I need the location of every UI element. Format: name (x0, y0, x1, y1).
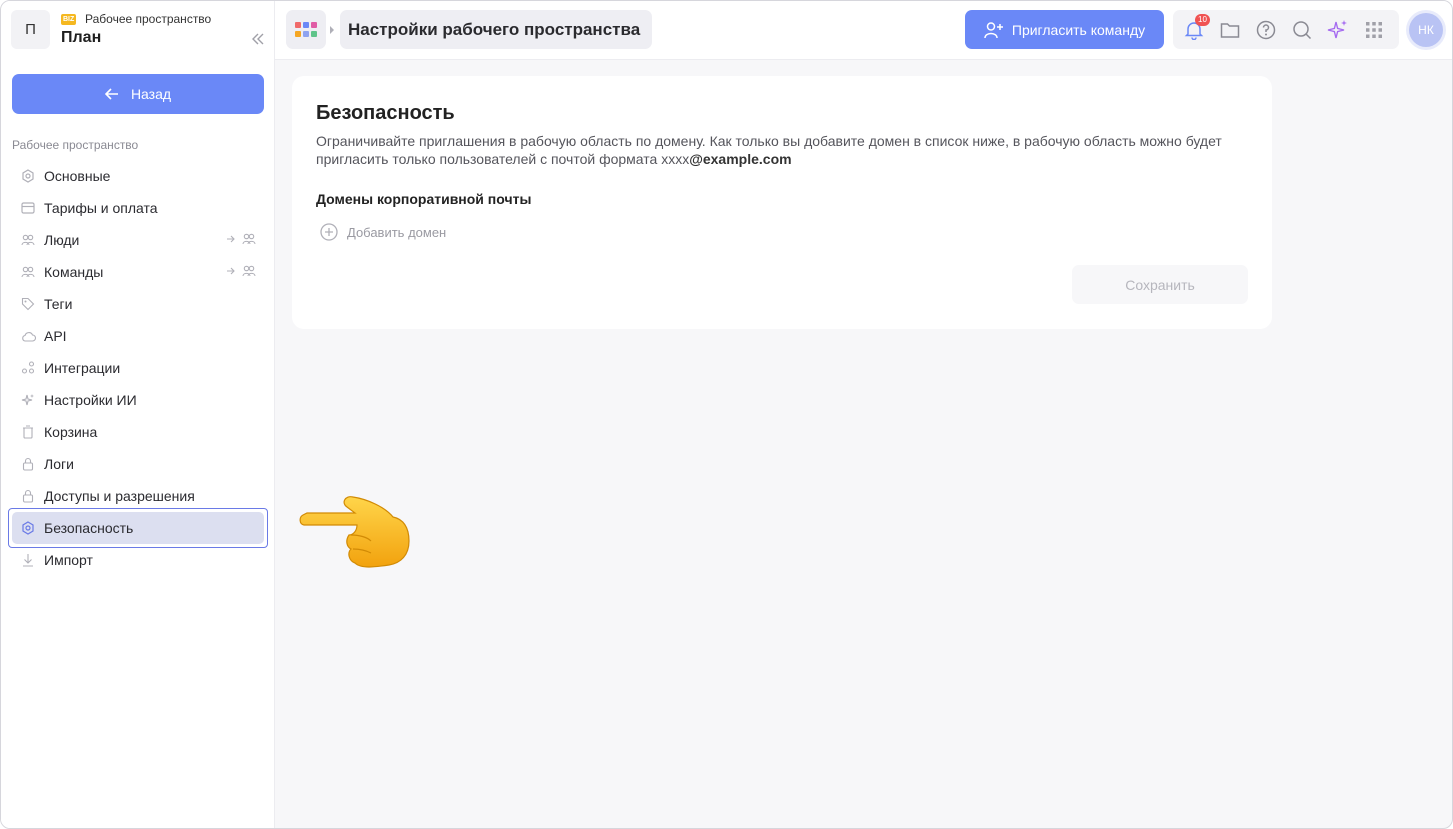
sidebar-item-label: Импорт (44, 552, 93, 568)
arrow-right-icon (227, 235, 235, 243)
sidebar-item-integrations[interactable]: Интеграции (12, 352, 264, 384)
sidebar-item-trash[interactable]: Корзина (12, 416, 264, 448)
app-window: П BIZ Рабочее пространство План Назад Ра… (0, 0, 1453, 829)
workspace-title: План (61, 29, 102, 46)
files-button[interactable] (1218, 18, 1242, 42)
sparkle-icon (1327, 20, 1347, 39)
arrow-right-icon (227, 267, 235, 275)
add-user-icon (984, 21, 1003, 38)
add-domain-button[interactable]: Добавить домен (320, 223, 446, 241)
download-icon (20, 552, 36, 568)
settings-nav: Основные Тарифы и оплата Люди Команды Те… (8, 160, 268, 576)
collapse-sidebar-button[interactable] (248, 29, 268, 49)
sidebar-item-label: Корзина (44, 424, 98, 440)
plus-circle-icon (320, 223, 338, 241)
sidebar-item-security[interactable]: Безопасность (8, 508, 268, 548)
arrow-left-icon (104, 88, 118, 100)
caret-right-icon (330, 26, 334, 34)
sidebar-item-billing[interactable]: Тарифы и оплата (12, 192, 264, 224)
security-description: Ограничивайте приглашения в рабочую обла… (316, 132, 1256, 168)
workspace-header[interactable]: П BIZ Рабочее пространство План (11, 10, 266, 50)
sidebar-item-label: Настройки ИИ (44, 392, 137, 408)
notifications-button[interactable]: 10 (1182, 14, 1210, 42)
trash-icon (20, 424, 36, 440)
plan-badge: BIZ (61, 14, 77, 25)
save-button[interactable]: Сохранить (1072, 265, 1248, 304)
folder-icon (1220, 23, 1240, 38)
sidebar-item-label: Логи (44, 456, 74, 472)
search-button[interactable] (1290, 18, 1314, 42)
workspace-avatar[interactable]: П (11, 10, 50, 49)
description-example: @example.com (689, 151, 792, 167)
apps-menu-button[interactable] (1362, 18, 1386, 42)
invite-team-button[interactable]: Пригласить команду (965, 10, 1164, 49)
sidebar-item-logs[interactable]: Логи (12, 448, 264, 480)
sidebar-item-people[interactable]: Люди (12, 224, 264, 256)
apps-button[interactable] (286, 10, 326, 49)
sidebar-item-access[interactable]: Доступы и разрешения (12, 480, 264, 512)
sidebar-item-label: Интеграции (44, 360, 121, 376)
sidebar-item-label: Основные (44, 168, 111, 184)
people-icon (20, 264, 36, 280)
pointing-hand-icon (299, 496, 410, 568)
sidebar-item-tags[interactable]: Теги (12, 288, 264, 320)
sidebar-item-label: Теги (44, 296, 73, 312)
security-card: Безопасность Ограничивайте приглашения в… (292, 76, 1272, 329)
sidebar-item-label: Тарифы и оплата (44, 200, 158, 216)
people-icon (242, 233, 256, 245)
toolbar: 10 (1173, 10, 1399, 49)
sparkle-icon (20, 392, 36, 408)
breadcrumb[interactable]: Настройки рабочего пространства (340, 10, 653, 49)
back-button[interactable]: Назад (12, 74, 264, 114)
user-avatar[interactable]: НК (1406, 10, 1446, 50)
page-title: Безопасность (316, 102, 455, 124)
section-label: Рабочее пространство (12, 138, 139, 152)
ai-button[interactable] (1326, 18, 1350, 42)
topbar: Настройки рабочего пространства Пригласи… (275, 1, 1452, 60)
sidebar-item-label: API (44, 328, 67, 344)
sidebar-item-label: Доступы и разрешения (44, 488, 195, 504)
chevrons-left-icon (252, 33, 264, 45)
help-button[interactable] (1254, 18, 1278, 42)
apps-grid-icon (295, 21, 317, 37)
help-icon (1256, 20, 1276, 40)
sidebar-item-label: Люди (44, 232, 80, 248)
sidebar-item-api[interactable]: API (12, 320, 264, 352)
user-initials: НК (1409, 13, 1443, 47)
sidebar-item-general[interactable]: Основные (12, 160, 264, 192)
back-button-label: Назад (130, 86, 172, 102)
domains-label: Домены корпоративной почты (316, 191, 532, 207)
workspace-subtitle: Рабочее пространство (85, 12, 212, 26)
sidebar-item-import[interactable]: Импорт (12, 544, 264, 576)
sidebar-item-label: Безопасность (44, 520, 134, 536)
card-icon (20, 200, 36, 216)
people-icon (242, 265, 256, 277)
lock-icon (20, 456, 36, 472)
add-domain-label: Добавить домен (347, 224, 447, 240)
lock-icon (20, 488, 36, 504)
people-icon (20, 232, 36, 248)
invite-team-label: Пригласить команду (1011, 21, 1146, 38)
sidebar-item-ai-settings[interactable]: Настройки ИИ (12, 384, 264, 416)
tag-icon (20, 296, 36, 312)
notifications-count: 10 (1195, 14, 1210, 26)
sidebar-item-label: Команды (44, 264, 104, 280)
cloud-icon (20, 328, 36, 344)
gear-icon (20, 520, 36, 536)
dots-grid-icon (1366, 22, 1382, 38)
gear-icon (20, 168, 36, 184)
sidebar-item-teams[interactable]: Команды (12, 256, 264, 288)
sidebar: П BIZ Рабочее пространство План Назад Ра… (1, 1, 275, 828)
search-icon (1293, 21, 1312, 40)
integrations-icon (20, 360, 36, 376)
